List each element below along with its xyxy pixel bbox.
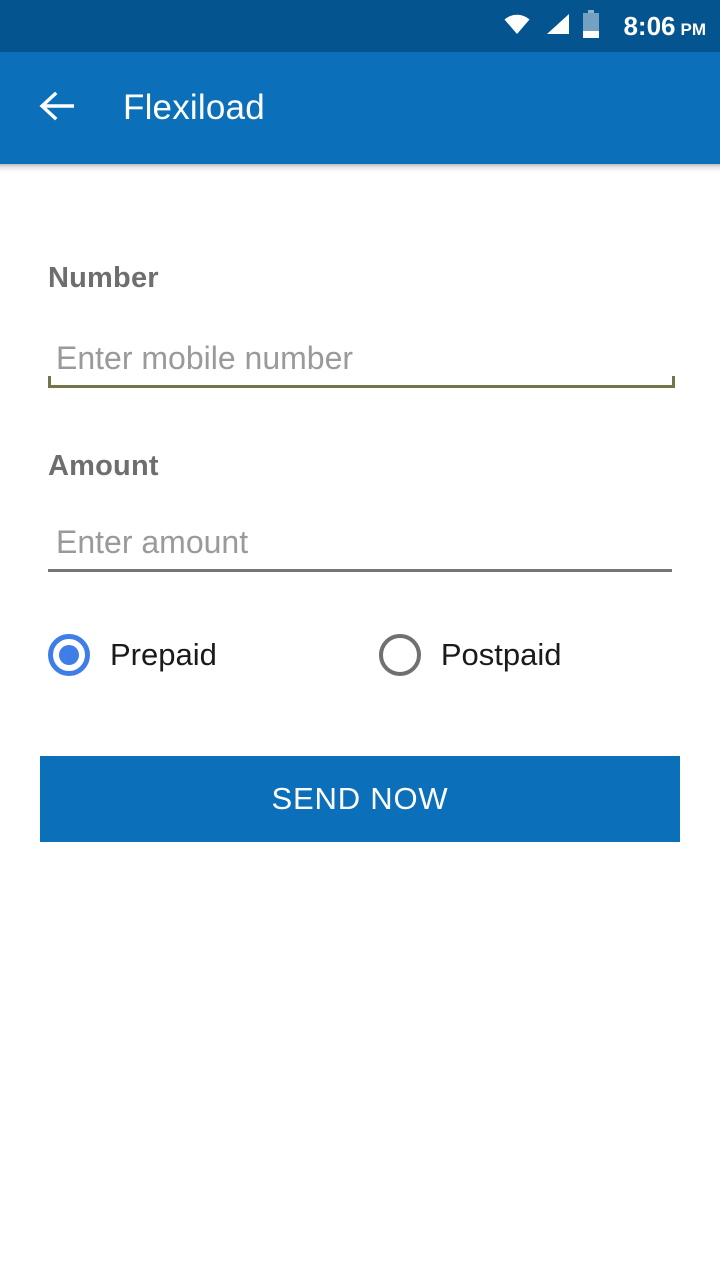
wifi-icon [502, 12, 532, 41]
radio-selected-icon[interactable] [48, 634, 90, 676]
battery-icon [582, 9, 600, 43]
number-input-wrapper [48, 332, 675, 388]
radio-unselected-icon[interactable] [378, 634, 421, 676]
amount-input-wrapper [48, 516, 675, 572]
send-now-button[interactable]: SEND NOW [40, 756, 680, 842]
app-bar-shadow [0, 164, 720, 172]
amount-input[interactable] [48, 516, 675, 572]
radio-label-prepaid: Prepaid [110, 637, 217, 672]
radio-option-prepaid[interactable]: Prepaid [48, 634, 217, 676]
back-arrow-icon [38, 90, 78, 127]
clock-time: 8:06 [623, 11, 676, 41]
main-content: Number Amount Prepaid Postpaid SEND NOW [0, 172, 720, 1280]
status-bar: 8:06 PM [0, 0, 720, 52]
amount-field-label: Amount [48, 450, 159, 482]
app-screen: 8:06 PM Flexiload Number Amount [0, 0, 720, 1280]
page-title: Flexiload [123, 88, 265, 127]
clock-ampm: PM [680, 20, 707, 39]
number-field-label: Number [48, 262, 159, 294]
amount-input-underline [48, 569, 672, 572]
radio-label-postpaid: Postpaid [440, 637, 562, 672]
status-bar-clock: 8:06 PM [623, 13, 706, 39]
number-input-underline [48, 376, 675, 388]
back-button[interactable] [22, 52, 94, 164]
radio-option-postpaid[interactable]: Postpaid [378, 634, 562, 676]
cellular-signal-icon [543, 12, 571, 41]
app-bar: Flexiload [0, 52, 720, 164]
status-bar-icons: 8:06 PM [502, 9, 706, 43]
payment-type-radio-group: Prepaid Postpaid [48, 634, 562, 676]
